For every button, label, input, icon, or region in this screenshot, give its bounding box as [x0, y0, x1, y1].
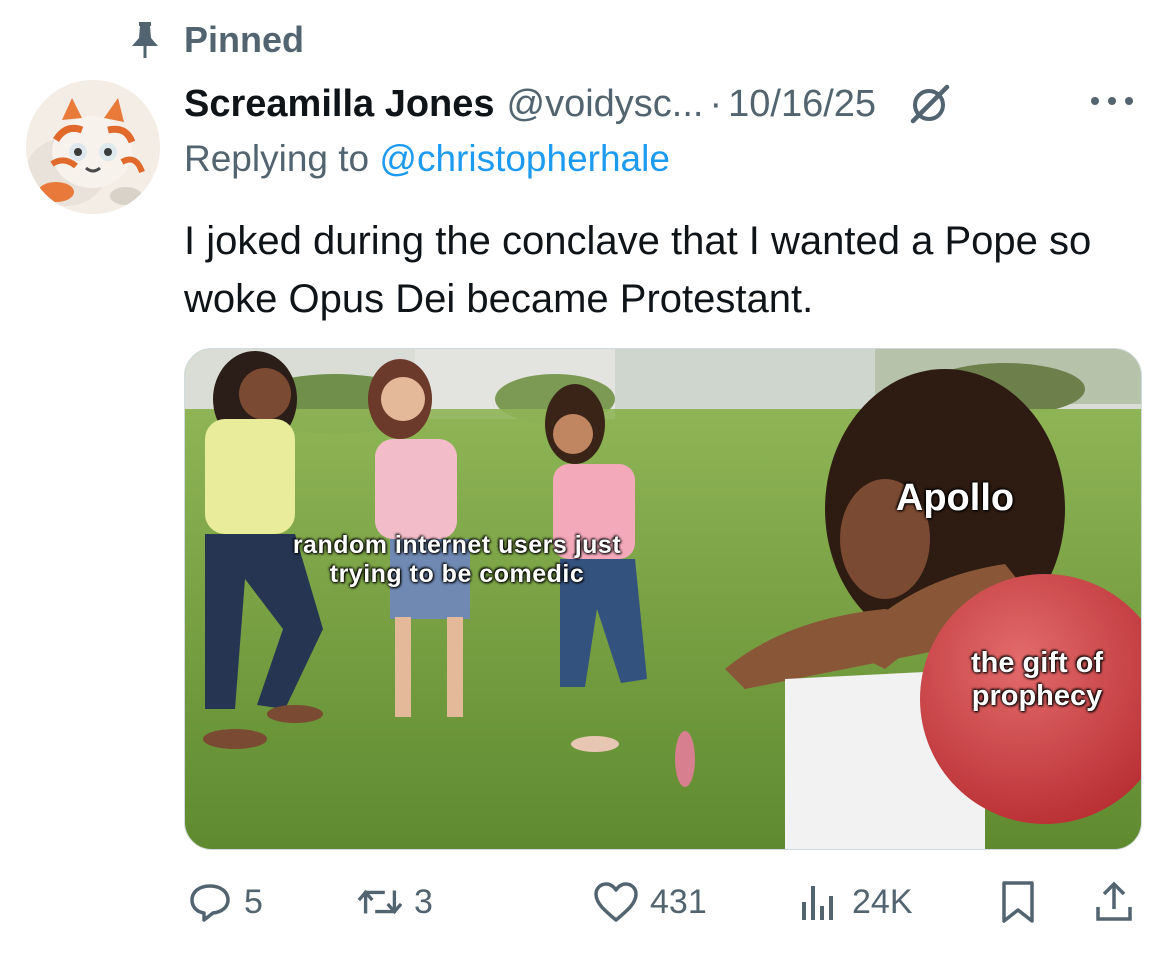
share-button[interactable] — [1090, 872, 1138, 932]
repost-button[interactable]: 3 — [356, 872, 433, 932]
replying-to-prefix: Replying to — [184, 138, 380, 179]
replying-to: Replying to @christopherhale — [184, 138, 670, 180]
pin-icon — [122, 18, 168, 62]
reply-button[interactable]: 5 — [186, 872, 263, 932]
author-handle[interactable]: @voidysc... — [507, 83, 704, 126]
reply-count: 5 — [244, 882, 263, 921]
author-display-name[interactable]: Screamilla Jones — [184, 83, 495, 126]
tweet-text: I joked during the conclave that I wante… — [184, 219, 1092, 321]
pinned-label: Pinned — [184, 19, 305, 60]
grok-icon[interactable] — [904, 78, 956, 130]
separator-dot: · — [709, 82, 723, 125]
reply-icon — [186, 878, 234, 926]
views-count: 24K — [852, 882, 913, 921]
bookmark-icon — [994, 878, 1042, 926]
like-button[interactable]: 431 — [592, 872, 707, 932]
share-icon — [1090, 878, 1138, 926]
meme-label-apollo: Apollo — [895, 477, 1015, 519]
tweet-action-bar: 5 3 431 24K — [0, 872, 1170, 932]
repost-count: 3 — [414, 882, 433, 921]
views-icon — [794, 878, 842, 926]
tweet-header: Screamilla Jones @voidysc... · 10/16/25 — [184, 76, 1154, 132]
meme-label-left: random internet users just trying to be … — [292, 531, 622, 588]
reply-mention-link[interactable]: @christopherhale — [379, 138, 670, 179]
like-count: 431 — [650, 882, 707, 921]
meme-label-ball: the gift of prophecy — [970, 647, 1104, 713]
repost-icon — [356, 878, 404, 926]
tweet-date[interactable]: 10/16/25 — [728, 83, 876, 126]
more-options-icon[interactable] — [1086, 86, 1138, 116]
bookmark-button[interactable] — [994, 872, 1042, 932]
heart-icon — [592, 878, 640, 926]
views-button[interactable]: 24K — [794, 872, 913, 932]
tweet-media-image[interactable]: random internet users just trying to be … — [184, 348, 1142, 850]
pinned-indicator: Pinned — [122, 18, 304, 62]
avatar[interactable] — [26, 80, 160, 214]
